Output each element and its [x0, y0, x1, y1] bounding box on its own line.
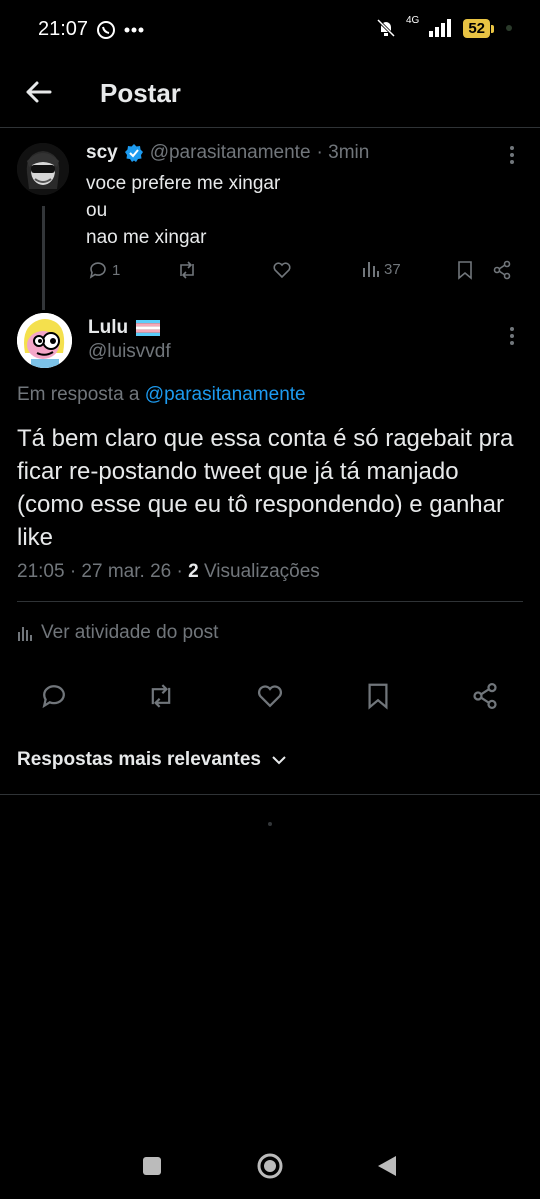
parent-line: ou	[86, 200, 108, 221]
sort-label: Respostas mais relevantes	[17, 749, 261, 770]
page-title: Postar	[100, 78, 181, 108]
parent-action-bar: 1 37	[86, 260, 516, 284]
heart-icon[interactable]	[256, 682, 284, 710]
signal-icon	[429, 19, 452, 37]
heart-icon	[273, 262, 291, 279]
parent-line: voce prefere me xingar	[86, 173, 281, 194]
views-label: Visualizações	[203, 561, 320, 582]
verified-badge-icon	[124, 144, 143, 162]
parent-repost-button[interactable]	[176, 260, 198, 280]
parent-more-icon[interactable]	[509, 145, 515, 165]
parent-line: nao me xingar	[86, 227, 207, 248]
battery-indicator: 52	[463, 18, 494, 38]
repost-icon[interactable]	[146, 682, 176, 710]
more-notifications-icon	[124, 27, 144, 33]
parent-reply-count: 1	[112, 261, 121, 279]
tweet-timestamp: 21:05 · 27 mar. 26 ·	[17, 561, 183, 582]
parent-like-button[interactable]	[272, 260, 292, 280]
main-tweet-text: Tá bem claro que essa conta é só ragebai…	[17, 425, 514, 551]
analytics-icon	[18, 627, 32, 641]
main-action-bar	[0, 676, 540, 716]
main-author-handle[interactable]: @luisvvdf	[88, 341, 171, 363]
system-nav-bar	[0, 1140, 540, 1195]
reply-handle-link[interactable]: @parasitanamente	[145, 384, 306, 405]
muted-bell-icon	[376, 18, 396, 38]
back-arrow-icon[interactable]	[24, 78, 52, 106]
loading-dot	[268, 822, 272, 826]
parent-author-name[interactable]: scy	[86, 142, 118, 164]
parent-tweet-age: · 3min	[316, 142, 370, 163]
repost-icon	[180, 261, 194, 279]
thread-line	[42, 206, 45, 310]
tweet-meta: 21:05 · 27 mar. 26 · 2 Visualizações	[17, 561, 320, 583]
header: Postar	[0, 62, 540, 128]
main-avatar[interactable]	[17, 313, 72, 368]
post-activity-link[interactable]: Ver atividade do post	[17, 622, 218, 644]
divider	[0, 794, 540, 795]
main-author-name[interactable]: Lulu	[88, 317, 128, 339]
view-count: 2	[188, 561, 199, 582]
parent-bookmark-button[interactable]	[456, 260, 474, 280]
network-type: 4G	[405, 14, 420, 26]
parent-tweet-header: scy @parasitanamente · 3min	[86, 142, 369, 164]
reply-icon	[89, 262, 106, 279]
parent-author-handle[interactable]: @parasitanamente	[150, 142, 311, 164]
bookmark-icon	[458, 261, 472, 280]
divider	[17, 601, 523, 602]
replies-sort-dropdown[interactable]: Respostas mais relevantes	[17, 749, 287, 771]
share-icon	[493, 260, 511, 280]
views-icon	[363, 262, 379, 277]
trans-flag-icon	[136, 320, 161, 336]
parent-view-count: 37	[384, 260, 401, 278]
main-author-row: Lulu	[88, 317, 161, 339]
reply-context: Em resposta a @parasitanamente	[17, 384, 306, 406]
back-nav-icon[interactable]	[376, 1154, 398, 1178]
main-more-icon[interactable]	[509, 326, 515, 346]
parent-avatar[interactable]	[17, 143, 69, 195]
parent-views-button[interactable]: 37	[362, 260, 401, 278]
reply-icon[interactable]	[40, 682, 68, 710]
parent-reply-button[interactable]: 1	[88, 260, 120, 280]
home-icon[interactable]	[256, 1152, 284, 1180]
whatsapp-icon	[97, 21, 115, 39]
privacy-dot	[506, 25, 512, 31]
activity-label: Ver atividade do post	[41, 622, 219, 643]
chevron-down-icon	[272, 756, 286, 765]
reply-prefix: Em resposta a	[17, 384, 140, 405]
recents-icon[interactable]	[142, 1156, 162, 1176]
share-icon[interactable]	[471, 682, 499, 710]
status-bar: 21:07 4G 52	[0, 0, 540, 62]
status-time: 21:07	[38, 18, 89, 40]
parent-share-button[interactable]	[492, 260, 512, 280]
bookmark-icon[interactable]	[365, 682, 391, 710]
parent-tweet-text: voce prefere me xingar ou nao me xingar	[86, 170, 280, 251]
